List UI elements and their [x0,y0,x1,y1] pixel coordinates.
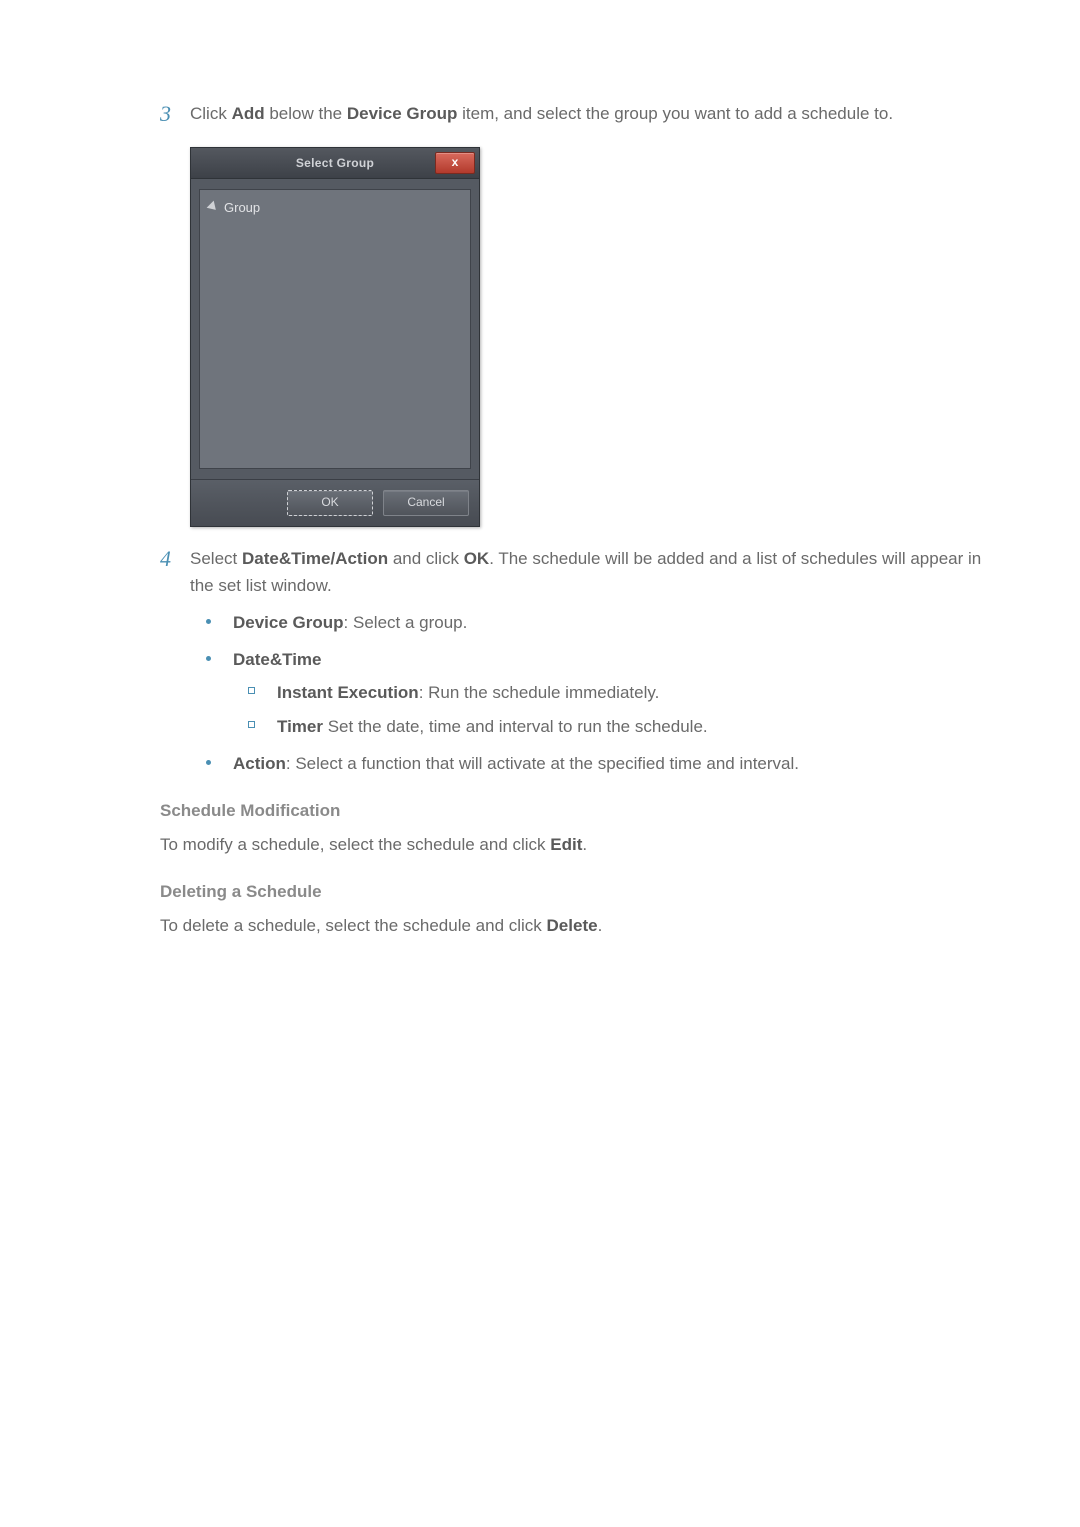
ok-button[interactable]: OK [287,490,373,516]
paragraph: To delete a schedule, select the schedul… [160,912,990,939]
list-item: Action: Select a function that will acti… [206,750,990,777]
text: Click [190,104,232,123]
bold-datetime: Date&Time [233,650,322,669]
list-item: Timer Set the date, time and interval to… [248,713,990,740]
group-tree[interactable]: Group [199,189,471,469]
step-3: 3 Click Add below the Device Group item,… [160,100,990,129]
expand-icon [207,201,220,214]
document-page: 3 Click Add below the Device Group item,… [0,0,1080,1007]
close-button[interactable]: x [435,152,475,174]
dialog-footer: OK Cancel [191,479,479,526]
text: To delete a schedule, select the schedul… [160,916,547,935]
tree-item-group[interactable]: Group [208,200,462,215]
text: . [598,916,603,935]
bold-datetime-action: Date&Time/Action [242,549,388,568]
bold-ok: OK [464,549,490,568]
paragraph: To modify a schedule, select the schedul… [160,831,990,858]
bold-instant-execution: Instant Execution [277,683,419,702]
step-number: 3 [160,100,190,129]
bold-device-group: Device Group [347,104,458,123]
bold-timer: Timer [277,717,323,736]
step-number: 4 [160,545,190,574]
bullet-square-icon [248,687,255,694]
bullet-square-icon [248,721,255,728]
bold-action: Action [233,754,286,773]
bold-device-group: Device Group [233,613,344,632]
text: item, and select the group you want to a… [457,104,893,123]
list-item-text: Device Group: Select a group. [233,609,467,636]
text: Select [190,549,242,568]
text: Set the date, time and interval to run t… [323,717,708,736]
text: : Select a function that will activate a… [286,754,799,773]
bold-add: Add [232,104,265,123]
bullet-dot-icon [206,656,211,661]
list-item-text: Action: Select a function that will acti… [233,750,799,777]
dialog-titlebar: Select Group x [191,148,479,179]
text: : Run the schedule immediately. [419,683,660,702]
bullet-dot-icon [206,619,211,624]
step-text: Select Date&Time/Action and click OK. Th… [190,545,990,599]
heading-deleting-schedule: Deleting a Schedule [160,882,990,902]
bold-delete: Delete [547,916,598,935]
text: . [582,835,587,854]
dialog-body: Group [191,179,479,479]
list-item: Date&Time [206,646,990,673]
text: To modify a schedule, select the schedul… [160,835,550,854]
list-item: Instant Execution: Run the schedule imme… [248,679,990,706]
text: and click [388,549,464,568]
bold-edit: Edit [550,835,582,854]
heading-schedule-modification: Schedule Modification [160,801,990,821]
list-item-text: Instant Execution: Run the schedule imme… [277,679,659,706]
list-item-text: Date&Time [233,646,322,673]
list-item: Device Group: Select a group. [206,609,990,636]
cancel-button[interactable]: Cancel [383,490,469,516]
tree-item-label: Group [224,200,260,215]
text: below the [265,104,347,123]
list-item-text: Timer Set the date, time and interval to… [277,713,708,740]
text: : Select a group. [344,613,468,632]
step-4: 4 Select Date&Time/Action and click OK. … [160,545,990,599]
step-4-sublist: Device Group: Select a group. Date&Time … [190,609,990,777]
bullet-dot-icon [206,760,211,765]
step-text: Click Add below the Device Group item, a… [190,100,990,127]
select-group-dialog: Select Group x Group OK Cancel [190,147,480,527]
